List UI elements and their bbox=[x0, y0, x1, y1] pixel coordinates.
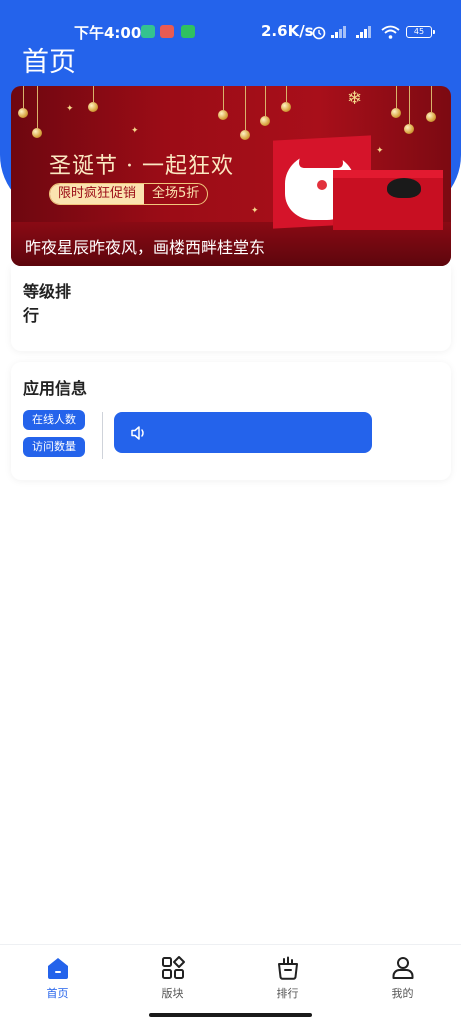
network-speed: 2.6K/s bbox=[261, 22, 314, 40]
hanging-string bbox=[245, 86, 246, 130]
online-users-tag[interactable]: 在线人数 bbox=[23, 410, 85, 430]
hanging-string bbox=[223, 86, 224, 110]
banner-headline: 圣诞节 · 一起狂欢 bbox=[49, 154, 234, 179]
tab-sections[interactable]: 版块 bbox=[115, 945, 230, 1009]
page-title: 首页 bbox=[22, 47, 76, 78]
sparkle-icon: ✦ bbox=[376, 146, 384, 156]
tab-home[interactable]: 首页 bbox=[0, 945, 115, 1009]
signal-icon-2 bbox=[356, 26, 371, 38]
santa-hat bbox=[299, 146, 343, 168]
app-screen: 下午4:00 2.6K/s 45 首页 ✦ ✦ ❄ ✦ ✦ 圣诞节 · 一起狂欢… bbox=[0, 0, 461, 1024]
promo-pill-right: 全场5折 bbox=[152, 186, 200, 201]
ornament-ball bbox=[426, 112, 436, 122]
tab-profile[interactable]: 我的 bbox=[345, 945, 460, 1009]
ornament-ball bbox=[32, 128, 42, 138]
wifi-icon bbox=[381, 25, 400, 39]
bow-icon bbox=[387, 178, 421, 198]
notice-bar[interactable] bbox=[114, 412, 372, 453]
tab-home-label: 首页 bbox=[46, 987, 69, 1000]
promo-banner[interactable]: ✦ ✦ ❄ ✦ ✦ 圣诞节 · 一起狂欢 限时疯狂促销 全场5折 昨夜星辰昨夜风… bbox=[11, 86, 451, 266]
hanging-string bbox=[265, 86, 266, 116]
grid-icon bbox=[162, 956, 185, 979]
hanging-string bbox=[431, 86, 432, 112]
home-indicator[interactable] bbox=[149, 1013, 312, 1017]
tab-ranking-label: 排行 bbox=[276, 987, 299, 1000]
ornament-ball bbox=[88, 102, 98, 112]
ornament-ball bbox=[218, 110, 228, 120]
shopping-app-icon bbox=[160, 25, 174, 38]
sparkle-icon: ✦ bbox=[66, 104, 74, 114]
speaker-icon bbox=[131, 426, 144, 440]
hanging-string bbox=[37, 86, 38, 128]
tab-sections-label: 版块 bbox=[161, 987, 184, 1000]
wechat-icon bbox=[181, 25, 195, 38]
promo-pill: 限时疯狂促销 全场5折 bbox=[49, 183, 209, 205]
snowflake-icon: ❄ bbox=[347, 88, 363, 109]
ornament-ball bbox=[281, 102, 291, 112]
bottom-tab-bar: 首页 版块 排行 我的 bbox=[0, 944, 461, 1008]
app-info-title: 应用信息 bbox=[23, 379, 88, 398]
sparkle-icon: ✦ bbox=[131, 126, 139, 136]
hanging-string bbox=[286, 86, 287, 102]
app-info-card: 应用信息 在线人数 访问数量 bbox=[11, 362, 451, 480]
rank-card-title: 等级排行 bbox=[23, 282, 72, 325]
user-icon bbox=[392, 957, 414, 979]
home-icon bbox=[48, 958, 68, 979]
signal-icon bbox=[331, 26, 346, 38]
ornament-ball bbox=[260, 116, 270, 126]
promo-pill-left: 限时疯狂促销 bbox=[50, 184, 145, 204]
vertical-divider bbox=[102, 412, 103, 459]
rank-card[interactable]: 等级排行 bbox=[11, 266, 451, 351]
hanging-string bbox=[396, 86, 397, 108]
visit-count-tag[interactable]: 访问数量 bbox=[23, 437, 85, 457]
hanging-string bbox=[93, 86, 94, 102]
ornament-ball bbox=[240, 130, 250, 140]
tab-profile-label: 我的 bbox=[391, 987, 414, 1000]
hanging-string bbox=[409, 86, 410, 124]
sparkle-icon: ✦ bbox=[251, 206, 259, 216]
ornament-ball bbox=[391, 108, 401, 118]
leaderboard-icon bbox=[278, 956, 298, 980]
banner-caption: 昨夜星辰昨夜风，画楼西畔桂堂东 bbox=[25, 238, 266, 257]
ornament-ball bbox=[18, 108, 28, 118]
shield-app-icon bbox=[141, 25, 155, 38]
santa-nose bbox=[317, 180, 327, 190]
tab-ranking[interactable]: 排行 bbox=[230, 945, 345, 1009]
status-time: 下午4:00 bbox=[74, 24, 142, 42]
alarm-icon bbox=[312, 26, 326, 40]
ornament-ball bbox=[404, 124, 414, 134]
hanging-string bbox=[23, 86, 24, 108]
battery-indicator: 45 bbox=[406, 26, 435, 38]
